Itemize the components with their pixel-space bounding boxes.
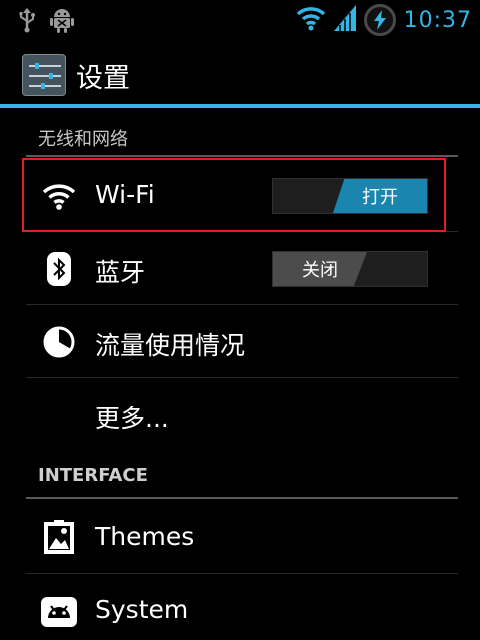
toggle-thumb-off: 关闭 (273, 252, 367, 286)
battery-charging-icon (363, 4, 396, 36)
wifi-signal-icon (296, 5, 326, 35)
settings-item-label: System (95, 595, 189, 624)
settings-item-system[interactable]: System (0, 575, 480, 640)
section-header-label: INTERFACE (38, 465, 148, 486)
themes-icon (40, 520, 78, 556)
status-bar: 10:37 (0, 0, 480, 40)
settings-item-label: 蓝牙 (95, 258, 146, 287)
page-title: 设置 (76, 63, 130, 94)
bluetooth-toggle[interactable]: 关闭 (272, 251, 428, 287)
section-header-wireless: 无线和网络 (0, 112, 480, 164)
cell-signal-icon (333, 5, 356, 35)
settings-sliders-icon[interactable] (22, 54, 66, 96)
row-divider (26, 304, 458, 305)
settings-item-data-usage[interactable]: 流量使用情况 (0, 306, 480, 378)
section-divider (26, 497, 458, 499)
settings-item-label: 流量使用情况 (95, 331, 246, 360)
wifi-icon (40, 178, 78, 214)
system-android-icon (40, 593, 78, 629)
section-header-interface: INTERFACE (0, 452, 480, 504)
toggle-thumb-on: 打开 (333, 179, 427, 213)
clock-time: 10:37 (403, 7, 472, 33)
settings-item-label: Wi-Fi (95, 180, 155, 209)
section-divider (26, 155, 458, 157)
row-divider (26, 573, 458, 574)
action-bar: 设置 (0, 40, 480, 108)
row-divider (26, 377, 458, 378)
wifi-toggle[interactable]: 打开 (272, 178, 428, 214)
settings-item-wifi[interactable]: Wi-Fi 打开 (0, 160, 480, 232)
usb-icon (18, 7, 36, 37)
row-divider (26, 231, 458, 232)
settings-item-themes[interactable]: Themes (0, 502, 480, 574)
settings-item-more[interactable]: 更多... (0, 379, 480, 451)
settings-item-bluetooth[interactable]: 蓝牙 关闭 (0, 233, 480, 305)
settings-item-label: 更多... (95, 404, 169, 433)
section-header-label: 无线和网络 (38, 129, 128, 150)
data-usage-icon (40, 324, 78, 360)
android-debug-icon (50, 7, 74, 37)
settings-item-label: Themes (95, 522, 195, 551)
bluetooth-icon (40, 251, 78, 287)
